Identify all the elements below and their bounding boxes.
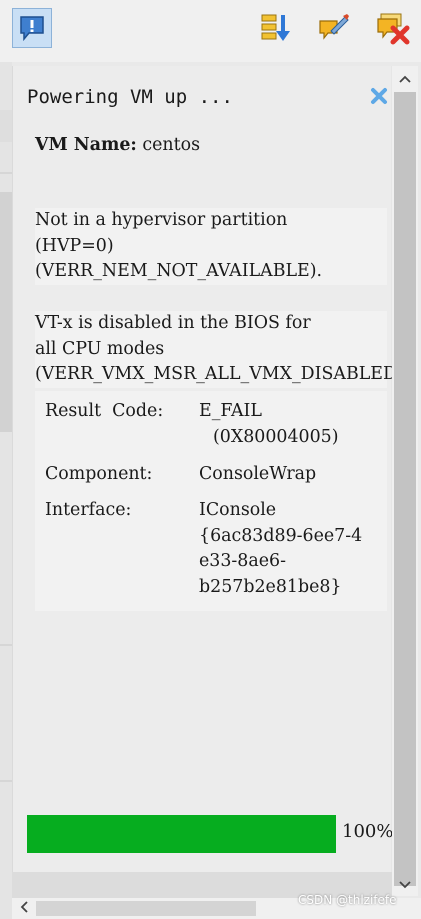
- result-code-label: Result Code:: [45, 401, 164, 421]
- vm-name-label: VM Name:: [35, 135, 137, 155]
- component-label: Component:: [45, 464, 153, 484]
- error-details-table: Result Code: E_FAIL (0X80004005) Compone…: [35, 391, 387, 611]
- interface-line: b257b2e81be8}: [199, 576, 342, 597]
- interface-line: IConsole: [199, 500, 277, 520]
- horizontal-scroll-thumb[interactable]: [36, 901, 256, 916]
- vm-name-line: VM Name: centos: [35, 133, 390, 159]
- notification-icon: [17, 13, 47, 43]
- progress-fill: [27, 815, 336, 853]
- error-line: Not in a hypervisor partition: [35, 210, 288, 230]
- error-line: VT-x is disabled in the BIOS for: [35, 313, 311, 333]
- accept-all-button[interactable]: [314, 8, 354, 48]
- sort-order-icon: [258, 11, 292, 45]
- chevron-up-icon: [398, 69, 412, 88]
- component-value: ConsoleWrap: [199, 464, 317, 484]
- error-line: (VERR_NEM_NOT_AVAILABLE).: [35, 261, 323, 281]
- chevron-left-icon: [19, 899, 29, 918]
- result-code-line: (0X80004005): [213, 426, 339, 447]
- error-line: all CPU modes: [35, 338, 165, 359]
- accept-all-icon: [317, 11, 351, 45]
- vm-name-value: centos: [142, 135, 201, 155]
- interface-value: IConsole {6ac83d89-6ee7-4 e33-8ae6- b257…: [199, 498, 387, 600]
- interface-label: Interface:: [45, 500, 132, 520]
- vertical-scrollbar[interactable]: [392, 66, 418, 896]
- interface-line: e33-8ae6-: [199, 551, 286, 571]
- error-line: (VERR_VMX_MSR_ALL_VMX_DISABLED).: [35, 364, 410, 384]
- error-line: (HVP=0): [35, 235, 114, 256]
- close-all-button[interactable]: [373, 8, 413, 48]
- scroll-up-button[interactable]: [392, 66, 418, 90]
- interface-line: {6ac83d89-6ee7-4: [199, 525, 363, 546]
- dismiss-notification-button[interactable]: [369, 88, 389, 108]
- close-all-icon: [375, 11, 411, 45]
- notification-title: Powering VM up ...: [27, 86, 233, 108]
- scroll-left-button[interactable]: [14, 898, 34, 919]
- progress-label: 100%: [342, 821, 394, 842]
- result-code-value: E_FAIL (0X80004005): [199, 399, 387, 450]
- sort-button[interactable]: [255, 8, 295, 48]
- error-message-hypervisor: Not in a hypervisor partition (HVP=0) (V…: [35, 208, 387, 285]
- error-message-vtx: VT-x is disabled in the BIOS for all CPU…: [35, 311, 410, 388]
- chevron-down-icon: [398, 875, 412, 894]
- close-icon: [370, 87, 388, 109]
- background-app-strip: [0, 62, 12, 919]
- progress-bar: [27, 815, 336, 853]
- watermark-text: CSDN @thlzifefe: [298, 893, 397, 907]
- notification-center-toolbar: [0, 0, 421, 62]
- vertical-scroll-thumb[interactable]: [394, 92, 416, 886]
- notification-toggle-button[interactable]: [12, 8, 52, 48]
- result-code-line: E_FAIL: [199, 401, 262, 421]
